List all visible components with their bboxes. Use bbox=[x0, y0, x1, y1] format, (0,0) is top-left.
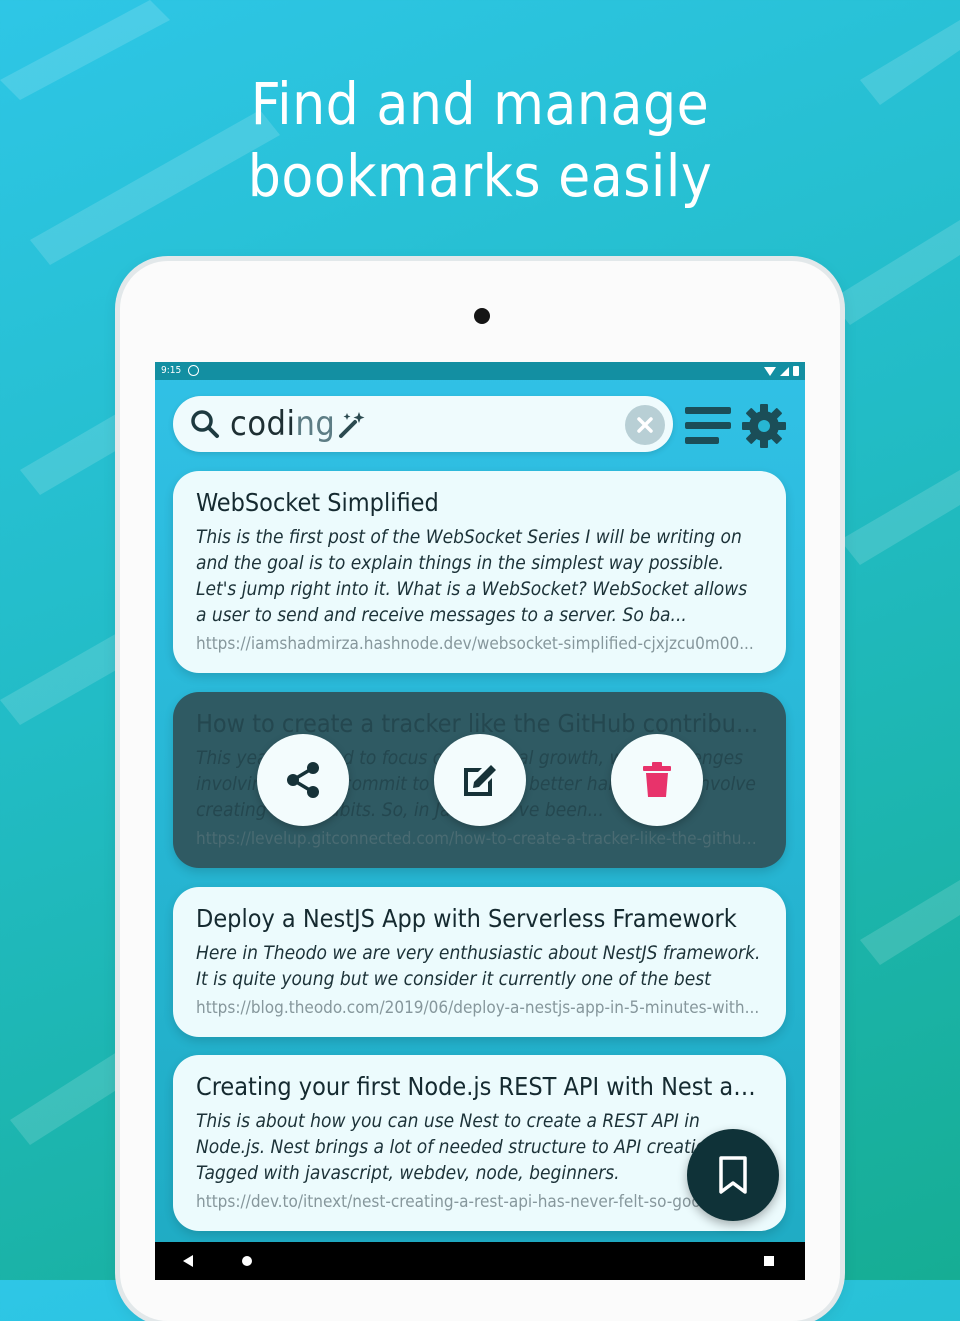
edit-icon bbox=[464, 765, 496, 796]
clear-search-button[interactable] bbox=[625, 405, 665, 445]
gear-icon[interactable] bbox=[741, 403, 787, 449]
signal-icon bbox=[780, 366, 789, 376]
search-autocomplete: ng bbox=[295, 404, 336, 444]
bookmark-title: Creating your first Node.js REST API wit… bbox=[196, 1072, 763, 1101]
bookmark-card[interactable]: WebSocket Simplified This is the first p… bbox=[173, 471, 786, 673]
bookmark-title: Deploy a NestJS App with Serverless Fram… bbox=[196, 904, 737, 933]
bookmark-card[interactable]: Creating your first Node.js REST API wit… bbox=[173, 1055, 786, 1231]
home-icon[interactable] bbox=[242, 1256, 252, 1266]
status-bar: 9:15 bbox=[155, 362, 805, 380]
bookmark-icon bbox=[719, 1156, 747, 1194]
app-screen: 9:15 coding WebSocket Simplified This is… bbox=[155, 362, 805, 1280]
search-bar[interactable]: coding bbox=[173, 396, 673, 452]
sort-lines-icon[interactable] bbox=[685, 406, 731, 446]
bookmark-url[interactable]: https://blog.theodo.com/2019/06/deploy-a… bbox=[196, 996, 763, 1020]
sync-icon bbox=[188, 365, 199, 376]
magic-wand-icon[interactable] bbox=[337, 410, 367, 440]
promo-headline-line2: bookmarks easily bbox=[247, 142, 713, 210]
recents-icon[interactable] bbox=[764, 1256, 774, 1266]
promo-headline: Find and manage bookmarks easily bbox=[0, 68, 960, 212]
promo-headline-line1: Find and manage bbox=[250, 70, 710, 138]
close-icon bbox=[637, 417, 653, 433]
search-query: codi bbox=[230, 404, 296, 444]
bookmark-url[interactable]: https://iamshadmirza.hashnode.dev/websoc… bbox=[196, 632, 763, 656]
edit-button[interactable] bbox=[434, 734, 526, 826]
status-time: 9:15 bbox=[161, 365, 182, 376]
delete-button[interactable] bbox=[611, 734, 703, 826]
bookmark-card[interactable]: Deploy a NestJS App with Serverless Fram… bbox=[173, 887, 786, 1037]
bookmark-description: This is about how you can use Nest to cr… bbox=[196, 1110, 723, 1184]
search-input[interactable]: coding bbox=[230, 405, 335, 443]
tablet-frame: 9:15 coding WebSocket Simplified This is… bbox=[120, 261, 840, 1321]
trash-icon bbox=[643, 762, 671, 797]
bookmark-description: This is the first post of the WebSocket … bbox=[196, 526, 748, 626]
bookmark-url[interactable]: https://dev.to/itnext/nest-creating-a-re… bbox=[196, 1190, 763, 1214]
share-icon bbox=[287, 762, 319, 798]
add-bookmark-button[interactable] bbox=[687, 1129, 779, 1221]
front-camera bbox=[474, 308, 490, 324]
share-button[interactable] bbox=[257, 734, 349, 826]
back-icon[interactable] bbox=[183, 1255, 193, 1267]
search-icon bbox=[191, 410, 219, 438]
status-indicators bbox=[764, 362, 799, 380]
bookmark-url: https://levelup.gitconnected.com/how-to-… bbox=[196, 829, 763, 849]
battery-icon bbox=[793, 366, 799, 376]
bookmark-title: WebSocket Simplified bbox=[196, 488, 439, 517]
system-nav-bar bbox=[155, 1242, 805, 1280]
bookmark-description: Here in Theodo we are very enthusiastic … bbox=[196, 942, 761, 990]
wifi-icon bbox=[764, 366, 776, 376]
